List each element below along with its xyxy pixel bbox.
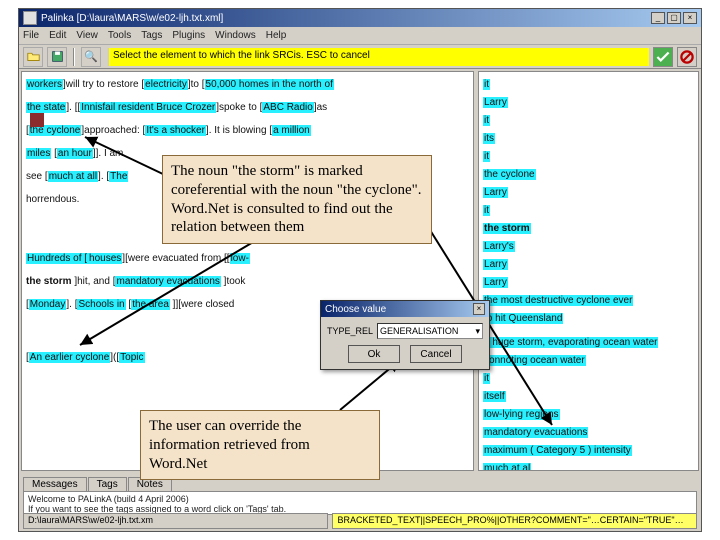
check-icon (654, 48, 672, 66)
status-tags: BRACKETED_TEXT||SPEECH_PRO%||OTHER?COMME… (332, 513, 697, 529)
menu-tools[interactable]: Tools (108, 30, 131, 41)
ok-button[interactable]: Ok (348, 345, 400, 363)
list-item[interactable]: much at al (483, 460, 694, 471)
list-item[interactable]: it (483, 202, 694, 219)
list-item[interactable]: connoting ocean water (483, 352, 694, 369)
list-item[interactable]: Larry (483, 94, 694, 111)
folder-icon (27, 50, 40, 63)
app-icon (23, 11, 37, 25)
list-item[interactable]: it (483, 370, 694, 387)
callout-coreference: The noun "the storm" is marked coreferen… (162, 155, 432, 244)
callout-override: The user can override the information re… (140, 410, 380, 480)
list-item[interactable]: the most destructive cyclone ever (483, 292, 694, 309)
find-button[interactable]: 🔍 (81, 47, 101, 67)
list-item[interactable]: Larry (483, 256, 694, 273)
text-line: the state]. [[Innisfail resident Bruce C… (26, 99, 469, 116)
list-item[interactable]: the cyclone (483, 166, 694, 183)
dialog-title: Choose value (325, 304, 386, 315)
type-rel-value: GENERALISATION (380, 326, 458, 336)
window-title: Palinka [D:\laura\MARS\w/e02-ljh.txt.xml… (41, 13, 651, 24)
tab-tags[interactable]: Tags (88, 477, 127, 491)
chevron-down-icon: ▾ (475, 326, 480, 337)
list-item[interactable]: to hit Queensland (483, 310, 694, 327)
close-button[interactable]: × (683, 12, 697, 24)
open-button[interactable] (23, 47, 43, 67)
floppy-icon (51, 50, 64, 63)
dialog-row: TYPE_REL GENERALISATION ▾ (327, 323, 483, 339)
menu-windows[interactable]: Windows (215, 30, 256, 41)
tab-messages[interactable]: Messages (23, 477, 87, 491)
list-item[interactable]: maximum ( Category 5 ) intensity (483, 442, 694, 459)
type-rel-select[interactable]: GENERALISATION ▾ (377, 323, 483, 339)
list-item[interactable]: it (483, 76, 694, 93)
status-path: D:\laura\MARS\w/e02-ljh.txt.xm (23, 513, 328, 529)
cancel-link-button[interactable] (677, 47, 697, 67)
dialog-close-button[interactable]: × (473, 303, 485, 315)
minimize-button[interactable]: _ (651, 12, 665, 24)
text-line: [the cyclone]approached: [It's a shocker… (26, 122, 469, 139)
menu-file[interactable]: File (23, 30, 39, 41)
dialog-button-row: Ok Cancel (327, 345, 483, 363)
menu-edit[interactable]: Edit (49, 30, 66, 41)
list-item[interactable]: its (483, 130, 694, 147)
menubar: File Edit View Tools Tags Plugins Window… (19, 27, 701, 45)
list-item[interactable]: the storm (483, 220, 694, 237)
list-item[interactable]: itself (483, 388, 694, 405)
list-item[interactable]: a huge storm, evaporating ocean water (483, 334, 694, 351)
slide-bullet (30, 113, 44, 127)
dialog-titlebar: Choose value × (321, 301, 489, 317)
message-line: Welcome to PALinkA (build 4 April 2006) (28, 494, 692, 504)
entity-list-pane[interactable]: it Larry it its it the cyclone Larry it … (478, 71, 699, 471)
menu-view[interactable]: View (76, 30, 98, 41)
type-rel-label: TYPE_REL (327, 326, 373, 336)
list-item[interactable]: it (483, 112, 694, 129)
dialog-body: TYPE_REL GENERALISATION ▾ Ok Cancel (321, 317, 489, 369)
list-item[interactable]: it (483, 148, 694, 165)
list-item[interactable]: mandatory evacuations (483, 424, 694, 441)
message-area: Welcome to PALinkA (build 4 April 2006) … (23, 491, 697, 515)
window-buttons: _ ▢ × (651, 12, 697, 24)
text-line: workers]will try to restore [electricity… (26, 76, 469, 93)
list-item[interactable]: low-lying regions (483, 406, 694, 423)
statusbar: D:\laura\MARS\w/e02-ljh.txt.xm BRACKETED… (23, 513, 697, 529)
binoculars-icon: 🔍 (84, 50, 98, 63)
list-item[interactable]: Larry's (483, 238, 694, 255)
titlebar: Palinka [D:\laura\MARS\w/e02-ljh.txt.xml… (19, 9, 701, 27)
confirm-button[interactable] (653, 47, 673, 67)
list-item[interactable]: Larry (483, 184, 694, 201)
save-button[interactable] (47, 47, 67, 67)
cancel-button[interactable]: Cancel (410, 345, 462, 363)
no-icon (678, 48, 696, 66)
menu-tags[interactable]: Tags (141, 30, 162, 41)
maximize-button[interactable]: ▢ (667, 12, 681, 24)
select-hint-bar: Select the element to which the link SRC… (109, 48, 649, 66)
menu-help[interactable]: Help (266, 30, 287, 41)
text-line: the storm ]hit, and [mandatory evacuatio… (26, 273, 469, 290)
text-line: Hundreds of [houses][were evacuated from… (26, 250, 469, 267)
choose-value-dialog: Choose value × TYPE_REL GENERALISATION ▾… (320, 300, 490, 370)
toolbar: 🔍 Select the element to which the link S… (19, 45, 701, 69)
toolbar-separator (73, 48, 75, 66)
list-item[interactable]: Larry (483, 274, 694, 291)
menu-plugins[interactable]: Plugins (172, 30, 205, 41)
